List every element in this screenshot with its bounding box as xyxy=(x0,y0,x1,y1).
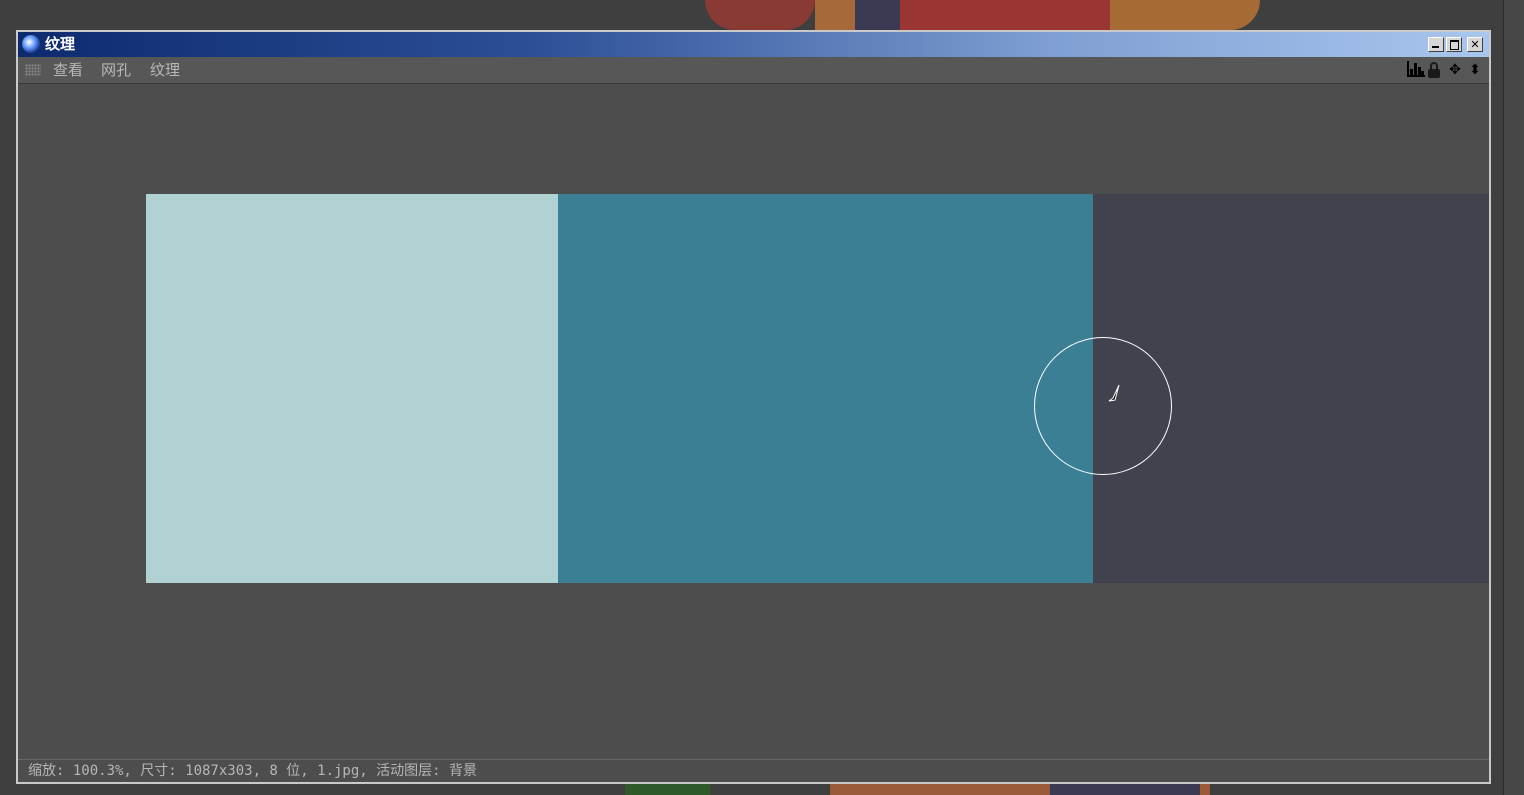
up-down-arrows-icon[interactable]: ⬍ xyxy=(1466,61,1484,79)
viewport-model-part xyxy=(1110,0,1260,30)
brush-pointer-icon xyxy=(1108,384,1120,402)
close-icon: ✕ xyxy=(1470,38,1480,51)
viewport-model-part xyxy=(900,0,1110,30)
histogram-bars xyxy=(1407,61,1425,77)
title-bar[interactable]: 纹理 ✕ xyxy=(18,32,1489,57)
viewport-model-part xyxy=(705,0,815,30)
texture-canvas[interactable] xyxy=(18,84,1489,760)
window-title: 纹理 xyxy=(45,35,76,53)
viewport-model-part xyxy=(815,0,855,30)
app-icon[interactable] xyxy=(22,35,40,53)
menu-texture[interactable]: 纹理 xyxy=(150,61,180,79)
texture-swatch-teal xyxy=(558,194,1093,583)
menu-bar: 查看 网孔 纹理 ✥ ⬍ xyxy=(18,57,1489,84)
maximize-button[interactable] xyxy=(1446,37,1462,52)
menu-view[interactable]: 查看 xyxy=(53,61,83,79)
move-icon[interactable]: ✥ xyxy=(1446,61,1464,79)
status-text: 缩放: 100.3%, 尺寸: 1087x303, 8 位, 1.jpg, 活动… xyxy=(28,763,478,779)
lock-body xyxy=(1428,69,1440,78)
histogram-icon[interactable] xyxy=(1405,61,1425,79)
status-bar: 缩放: 100.3%, 尺寸: 1087x303, 8 位, 1.jpg, 活动… xyxy=(18,759,1489,782)
viewport-scroll-rail[interactable] xyxy=(1503,0,1524,795)
texture-image[interactable] xyxy=(146,194,1489,583)
drag-grip-icon[interactable] xyxy=(25,64,41,76)
lock-icon[interactable] xyxy=(1425,61,1443,79)
texture-swatch-light-teal xyxy=(146,194,558,583)
close-button[interactable]: ✕ xyxy=(1467,37,1483,52)
texture-window: 纹理 ✕ 查看 网孔 纹理 ✥ ⬍ 缩放: 100.3%, 尺寸: 1087x3… xyxy=(16,30,1491,784)
menu-mesh[interactable]: 网孔 xyxy=(101,61,131,79)
minimize-button[interactable] xyxy=(1428,37,1444,52)
brush-cursor-circle xyxy=(1034,337,1172,475)
